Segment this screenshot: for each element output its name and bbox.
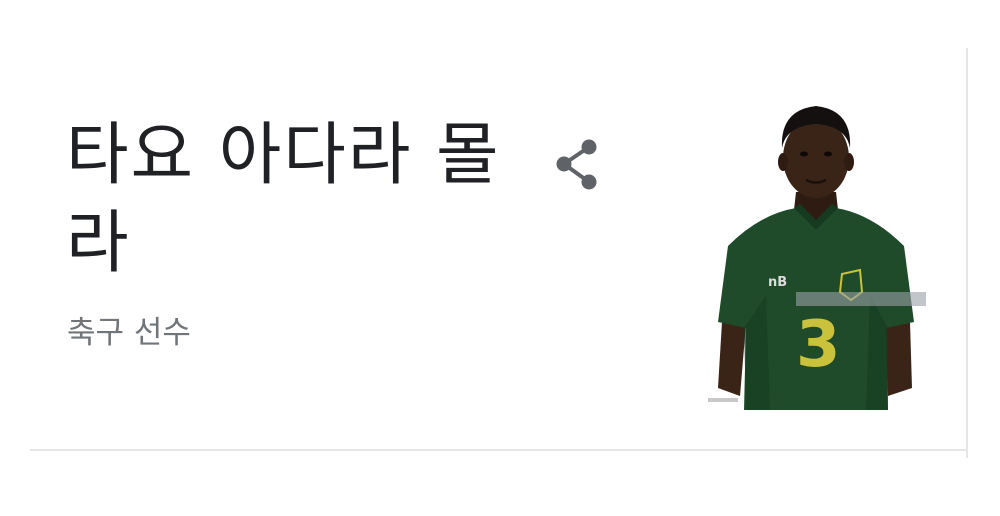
svg-text:nB: nB: [768, 275, 787, 290]
share-button[interactable]: [546, 134, 608, 196]
shirt-number: 3: [796, 308, 841, 382]
share-icon: [556, 139, 597, 190]
entity-photo[interactable]: nB 3: [700, 96, 930, 410]
player-photo-image: nB 3: [708, 106, 926, 410]
knowledge-panel-card: 타요 아다라 몰라 축구 선수 nB 3: [0, 0, 1000, 516]
card-divider: [30, 449, 968, 451]
entity-subtitle: 축구 선수: [67, 315, 191, 351]
entity-title: 타요 아다라 몰라: [66, 116, 501, 283]
card-right-border: [966, 48, 968, 458]
